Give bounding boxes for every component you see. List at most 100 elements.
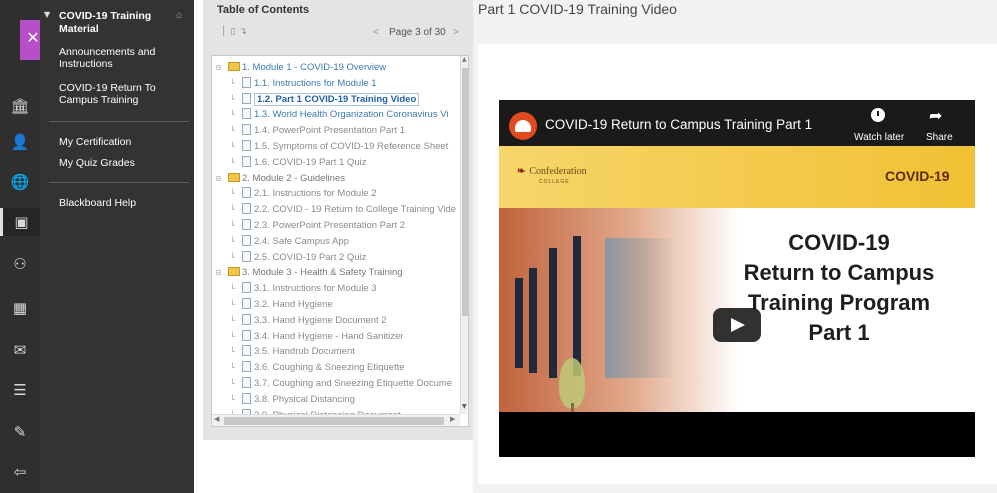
tree-connector-icon: └ (230, 110, 235, 120)
share-icon[interactable]: ➦ (929, 106, 942, 125)
tree-connector-icon: └ (230, 236, 235, 246)
toc-item[interactable]: └ 3.1. Instructions for Module 3 (212, 281, 458, 296)
toc-item[interactable]: └ 3.8. Physical Distancing (212, 392, 458, 407)
menu-item-my-quiz-grades[interactable]: My Quiz Grades (59, 157, 184, 169)
tree-connector-icon: └ (230, 94, 235, 104)
toc-item-label[interactable]: 3.2. Hand Hygiene (254, 299, 333, 310)
toc-item[interactable]: └ 2.1. Instructions for Module 2 (212, 186, 458, 201)
grades-icon[interactable]: ☰ (0, 376, 40, 404)
tree-connector-icon: └ (230, 252, 235, 262)
toc-item-label[interactable]: 1. Module 1 - COVID-19 Overview (242, 62, 386, 73)
document-icon (242, 219, 251, 230)
toc-item-label[interactable]: 1.4. PowerPoint Presentation Part 1 (254, 125, 405, 136)
play-button[interactable] (713, 308, 761, 342)
scroll-thumb[interactable] (224, 417, 444, 425)
toc-item-label[interactable]: 3.3. Hand Hygiene Document 2 (254, 315, 387, 326)
toc-tools[interactable]: │▯↴ (221, 27, 251, 37)
toc-item[interactable]: └ 1.2. Part 1 COVID-19 Training Video (212, 92, 458, 107)
document-icon (242, 361, 251, 373)
menu-item-return-to-campus[interactable]: COVID-19 Return To Campus Training (59, 82, 184, 106)
toc-item-label[interactable]: 3.7. Coughing and Sneezing Etiquette Doc… (254, 378, 452, 389)
toc-item[interactable]: └ 2.2. COVID - 19 Return to College Train… (212, 202, 458, 217)
tree-connector-icon: └ (230, 142, 235, 151)
toc-item-label[interactable]: 2.2. COVID - 19 Return to College Traini… (254, 204, 456, 215)
institution-icon[interactable]: 🏛 (0, 92, 40, 120)
course-title-row[interactable]: ▼ COVID-19 Training Material ⌂ (40, 8, 194, 38)
profile-icon[interactable]: 👤 (0, 128, 40, 156)
toc-item[interactable]: └ 2.5. COVID-19 Part 2 Quiz (212, 250, 458, 265)
toc-item-label[interactable]: 2. Module 2 - Guidelines (242, 173, 345, 184)
toc-module-item[interactable]: ⊟ 1. Module 1 - COVID-19 Overview (212, 60, 458, 75)
toc-module-item[interactable]: ⊟ 3. Module 3 - Health & Safety Training (212, 265, 458, 280)
toc-item[interactable]: └ 1.3. World Health Organization Coronavi… (212, 107, 458, 122)
share-button[interactable]: Share (926, 132, 953, 143)
menu-item-blackboard-help[interactable]: Blackboard Help (59, 197, 184, 209)
college-logo-sub: COLLEGE (539, 179, 570, 185)
organizations-icon[interactable]: ⚇ (0, 250, 40, 278)
toc-vertical-scrollbar[interactable]: ▲ ▼ (460, 56, 468, 414)
messages-icon[interactable]: ✉ (0, 336, 40, 364)
toc-item-label[interactable]: 3.5. Handrub Document (254, 346, 355, 357)
toc-item-label[interactable]: 3. Module 3 - Health & Safety Training (242, 267, 403, 278)
calendar-icon[interactable]: ▦ (0, 294, 40, 322)
toc-item-label[interactable]: 2.3. PowerPoint Presentation Part 2 (254, 220, 405, 231)
toc-item-label[interactable]: 3.6. Coughing & Sneezing Etiquette (254, 362, 405, 373)
toc-item[interactable]: └ 1.5. Symptoms of COVID-19 Reference She… (212, 139, 458, 154)
document-icon (242, 92, 251, 104)
toc-item[interactable]: └ 1.4. PowerPoint Presentation Part 1 (212, 123, 458, 138)
video-player[interactable]: COVID-19 Return to Campus Training Part … (499, 100, 975, 457)
toc-item[interactable]: └ 3.6. Coughing & Sneezing Etiquette (212, 360, 458, 375)
toc-item-label[interactable]: 3.4. Hand Hygiene - Hand Sanitizer (254, 331, 403, 342)
toc-item-label[interactable]: 1.5. Symptoms of COVID-19 Reference Shee… (254, 141, 448, 152)
tree-connector-icon: └ (230, 157, 235, 167)
chevron-down-icon[interactable]: ▼ (44, 10, 50, 19)
video-thumbnail[interactable]: ❧ Confederation COLLEGE COVID-19 COVID-19… (499, 146, 975, 412)
toc-item-label[interactable]: 1.6. COVID-19 Part 1 Quiz (254, 157, 366, 168)
courses-icon[interactable]: ▣ (0, 208, 40, 236)
toc-item-label[interactable]: 1.2. Part 1 COVID-19 Training Video (254, 92, 420, 106)
document-icon (242, 250, 251, 262)
toc-item-label[interactable]: 1.3. World Health Organization Coronavir… (254, 109, 449, 120)
course-title[interactable]: COVID-19 Training Material (59, 10, 159, 36)
toc-item[interactable]: └ 3.3. Hand Hygiene Document 2 (212, 313, 458, 328)
home-icon[interactable]: ⌂ (176, 10, 182, 21)
toc-horizontal-scrollbar[interactable]: ◀ ▶ (212, 414, 460, 426)
scroll-right-icon[interactable]: ▶ (450, 415, 455, 423)
clock-icon[interactable] (871, 108, 885, 122)
scroll-up-icon[interactable]: ▲ (462, 56, 467, 63)
tree-expander-icon[interactable]: ⊟ (216, 265, 228, 280)
document-icon (242, 313, 251, 325)
menu-item-announcements[interactable]: Announcements and Instructions (59, 46, 184, 70)
scroll-thumb[interactable] (462, 68, 468, 316)
channel-logo-icon[interactable] (509, 112, 537, 140)
watch-later-button[interactable]: Watch later (854, 132, 904, 143)
toc-item[interactable]: └ 3.4. Hand Hygiene - Hand Sanitizer (212, 329, 458, 344)
toc-item[interactable]: └ 2.3. PowerPoint Presentation Part 2 (212, 218, 458, 233)
tools-icon[interactable]: ✎ (0, 418, 40, 446)
toc-item-label[interactable]: 3.8. Physical Distancing (254, 394, 355, 405)
building-image (499, 208, 739, 412)
toc-prev-button[interactable]: < (373, 27, 379, 38)
menu-item-my-certification[interactable]: My Certification (59, 136, 184, 148)
scroll-down-icon[interactable]: ▼ (462, 403, 467, 410)
scroll-left-icon[interactable]: ◀ (214, 415, 219, 423)
globe-icon[interactable]: 🌐 (0, 168, 40, 196)
toc-item[interactable]: └ 1.6. COVID-19 Part 1 Quiz (212, 155, 458, 170)
toc-item-label[interactable]: 3.1. Instructions for Module 3 (254, 283, 377, 294)
toc-item[interactable]: └ 1.1. Instructions for Module 1 (212, 76, 458, 91)
toc-item[interactable]: └ 3.2. Hand Hygiene (212, 297, 458, 312)
sign-out-icon[interactable]: ⇦ (0, 458, 40, 486)
toc-item-label[interactable]: 2.5. COVID-19 Part 2 Quiz (254, 252, 366, 263)
toc-item-label[interactable]: 2.4. Safe Campus App (254, 236, 349, 247)
video-title[interactable]: COVID-19 Return to Campus Training Part … (545, 117, 812, 132)
toc-item-label[interactable]: 1.1. Instructions for Module 1 (254, 78, 377, 89)
toc-next-button[interactable]: > (453, 27, 459, 38)
toc-module-item[interactable]: ⊟ 2. Module 2 - Guidelines (212, 171, 458, 186)
tree-expander-icon[interactable]: ⊟ (216, 60, 228, 75)
tree-expander-icon[interactable]: ⊟ (216, 171, 228, 186)
toc-item[interactable]: └ 2.4. Safe Campus App (212, 234, 458, 249)
toc-item-label[interactable]: 2.1. Instructions for Module 2 (254, 188, 377, 199)
toc-item[interactable]: └ 3.7. Coughing and Sneezing Etiquette Do… (212, 376, 458, 391)
toc-item[interactable]: └ 3.5. Handrub Document (212, 344, 458, 359)
video-title-bar: COVID-19 Return to Campus Training Part … (499, 100, 975, 146)
